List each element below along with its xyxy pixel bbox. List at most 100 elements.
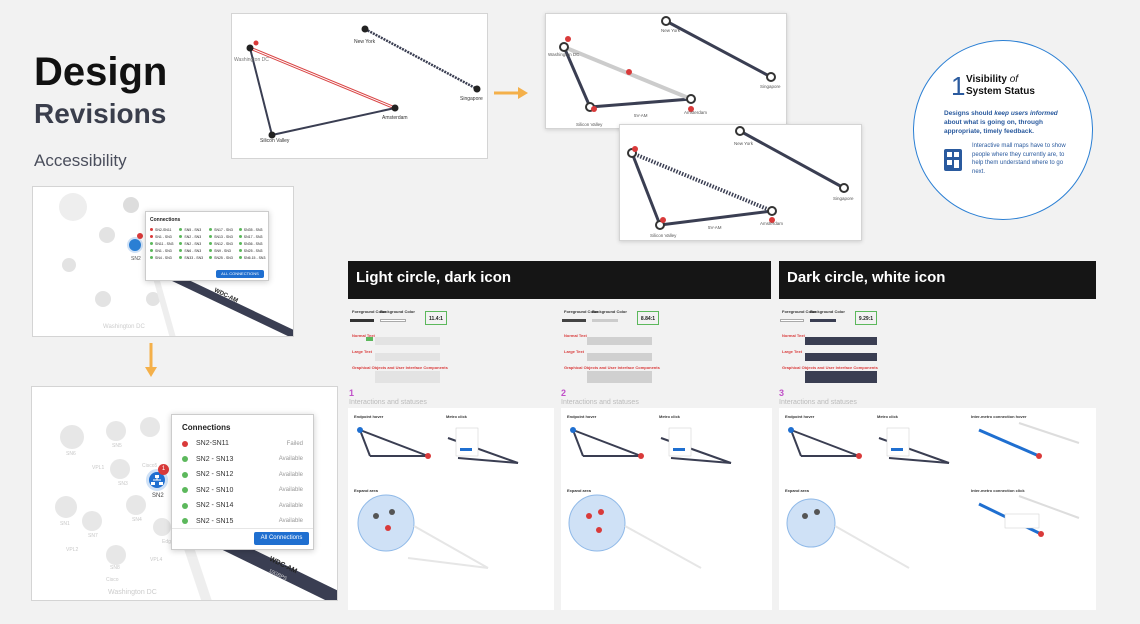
principle-title-of: of xyxy=(1009,74,1019,85)
connection-status: Available xyxy=(278,471,303,478)
connection-list: SN2-SN11 Failed SN2 - SN13 Available SN2 - S… xyxy=(182,436,303,529)
connection-item[interactable]: SN17 - SN3 xyxy=(209,226,233,233)
connection-row[interactable]: SN2 - SN12 Available xyxy=(182,467,303,483)
svg-text:Silicon Valley: Silicon Valley xyxy=(576,122,603,127)
svg-text:Silicon Valley: Silicon Valley xyxy=(260,138,290,144)
background-node-label: Cisco xyxy=(106,577,119,583)
status-dot xyxy=(182,518,188,525)
svg-text:Singapore: Singapore xyxy=(760,84,781,89)
connection-name: SN17 - SN3 xyxy=(243,234,263,239)
connection-item[interactable]: SN11 - SN3 xyxy=(150,240,173,247)
status-dot xyxy=(238,235,242,238)
connection-name: SN35 - SN3 xyxy=(243,227,263,232)
connection-status: Available xyxy=(278,502,303,509)
popover-title: Connections xyxy=(182,423,231,432)
connection-name: SN12 - SN3 xyxy=(214,241,233,246)
status-dot xyxy=(182,440,188,447)
connection-item[interactable]: SN33 - SN3 xyxy=(179,254,203,261)
map-revision-b: New York Singapore Silicon Valley Amster… xyxy=(619,124,862,241)
status-dot xyxy=(179,256,183,259)
svg-text:Amsterdam: Amsterdam xyxy=(684,110,707,115)
svg-text:Washington DC: Washington DC xyxy=(548,52,580,57)
connection-item[interactable]: SN9 - SN3 xyxy=(209,247,233,254)
connection-row[interactable]: SN2-SN11 Failed xyxy=(182,436,303,452)
connection-item[interactable]: SN4 - SN3 xyxy=(150,254,173,261)
connection-status: Available xyxy=(278,487,303,494)
connection-row[interactable]: SN2 - SN13 Available xyxy=(182,452,303,468)
connection-name: SN1 - SN3 xyxy=(155,248,172,253)
connection-name: SN2-SN11 xyxy=(155,227,172,232)
status-dot xyxy=(238,256,242,259)
connection-name: SN2 - SN3 xyxy=(184,234,202,239)
all-connections-button-small[interactable]: ALL CONNECTIONS xyxy=(216,270,264,278)
status-dot xyxy=(182,487,188,494)
background-node-label: VPL1 xyxy=(92,465,105,471)
connection-item[interactable]: SN2 - SN3 xyxy=(179,233,203,240)
connection-item[interactable]: SN1 - SN3 xyxy=(150,247,173,254)
node-sn2-icon[interactable] xyxy=(127,237,143,253)
interaction-thumbnails-svg xyxy=(568,427,732,569)
section-label-3: Interactions and statuses xyxy=(779,399,857,406)
all-connections-button[interactable]: All Connections xyxy=(254,532,309,545)
connection-item[interactable]: SN35 - SN3 xyxy=(238,226,266,233)
connection-name: SN2-SN11 xyxy=(196,440,229,448)
status-dot xyxy=(179,249,183,252)
section-number-2: 2 xyxy=(561,388,567,398)
connection-row[interactable]: SN2 - SN14 Available xyxy=(182,498,303,514)
connection-name: SN2 - SN10 xyxy=(196,486,234,494)
connection-columns: SN2-SN11 SN1 - SN3 SN11 - SN3 SN1 - SN3 SN4 … xyxy=(150,226,266,261)
visibility-principle-card: 1 Visibility of System Status Designs sh… xyxy=(913,40,1093,220)
connection-row[interactable]: SN2 - SN10 Available xyxy=(182,483,303,499)
connection-column: SN35 - SN3 SN17 - SN3 SN36 - SN3 SN25 - SN3… xyxy=(238,226,266,261)
connection-item[interactable]: SN25 - SN3 xyxy=(238,247,266,254)
connection-name: SN6 - SN3 xyxy=(184,248,202,253)
background-node-label: SN5 xyxy=(112,443,122,449)
svg-text:Singapore: Singapore xyxy=(460,96,483,102)
connection-status: Failed xyxy=(286,440,303,447)
connection-name: SN9 - SN3 xyxy=(214,248,231,253)
svg-text:Washington DC: Washington DC xyxy=(103,324,145,330)
light-circle-header: Light circle, dark icon xyxy=(348,261,771,299)
connection-item[interactable]: SN13 - SN3 xyxy=(209,233,233,240)
status-dot xyxy=(209,249,213,252)
connection-name: SN2 - SN15 xyxy=(196,517,234,525)
dark-circle-header: Dark circle, white icon xyxy=(779,261,1096,299)
connection-item[interactable]: SN17 - SN3 xyxy=(238,233,266,240)
connection-status: Available xyxy=(278,456,303,463)
background-node-label: SN4 xyxy=(132,517,142,523)
connection-item[interactable]: SN25 - SN3 xyxy=(209,254,233,261)
section-label-2: Interactions and statuses xyxy=(561,399,639,406)
connection-item[interactable]: SN5 - SN3 xyxy=(179,226,203,233)
connection-item[interactable]: SN2-SN11 xyxy=(150,226,173,233)
principle-title-b: System Status xyxy=(966,86,1035,97)
connection-name: SN17 - SN3 xyxy=(214,227,233,232)
map-original: New York Washington DC Singapore Silicon… xyxy=(231,13,488,159)
connection-item[interactable]: SN36 - SN3 xyxy=(238,240,266,247)
connection-column: SN5 - SN3 SN2 - SN3 SN2 - SN3 SN6 - SN3 SN33… xyxy=(179,226,203,261)
connection-name: SN25 - SN3 xyxy=(214,255,233,260)
section-number-3: 3 xyxy=(779,388,785,398)
contrast-ratio-2: 8.84:1 xyxy=(637,311,659,325)
principle-title-a: Visibility xyxy=(966,74,1007,85)
connection-status: Available xyxy=(278,518,303,525)
connection-row[interactable]: SN2 - SN15 Available xyxy=(182,514,303,530)
principle-number: 1 xyxy=(951,71,966,101)
node-badge: 1 xyxy=(158,464,169,475)
connection-item[interactable]: SN2 - SN3 xyxy=(179,240,203,247)
status-dot xyxy=(238,228,242,231)
connection-item[interactable]: SN6 - SN3 xyxy=(179,247,203,254)
status-dot xyxy=(209,228,213,231)
status-dot xyxy=(179,235,183,238)
background-node-label: SN7 xyxy=(88,533,98,539)
network-map-svg: New York Washington DC Singapore Silicon… xyxy=(234,25,483,144)
connection-item[interactable]: SN12 - SN3 xyxy=(209,240,233,247)
connection-item[interactable]: SN6.15 - SN3 xyxy=(238,254,265,261)
connection-item[interactable]: SN1 - SN3 xyxy=(150,233,173,240)
principle-body: Interactive mall maps have to show peopl… xyxy=(972,143,1066,175)
page-subtitle: Revisions xyxy=(34,98,167,129)
network-map-svg: New York Singapore Silicon Valley Amster… xyxy=(627,126,854,238)
status-dot xyxy=(209,235,213,238)
connection-column: SN17 - SN3 SN13 - SN3 SN12 - SN3 SN9 - SN3 S… xyxy=(209,226,233,261)
status-dot xyxy=(150,235,153,238)
connection-name: SN5 - SN3 xyxy=(184,227,202,232)
